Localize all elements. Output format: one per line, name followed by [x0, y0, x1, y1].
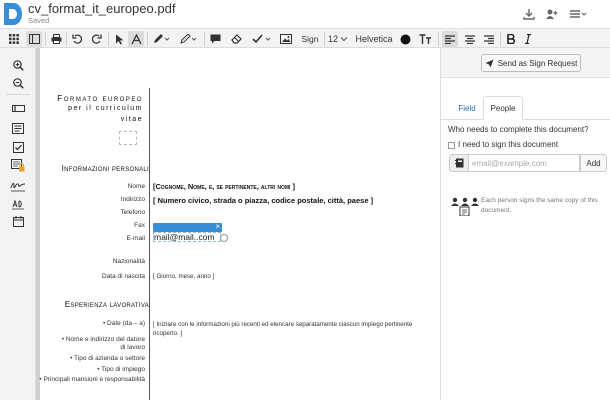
zoom-out-icon[interactable]	[9, 75, 27, 91]
toolbar-separator	[147, 32, 148, 46]
header: cv_format_it_europeo.pdf Saved	[0, 0, 610, 28]
locked-field-icon[interactable]	[9, 157, 27, 173]
font-family-select[interactable]: Helvetica	[356, 31, 393, 47]
align-center-icon[interactable]	[462, 31, 478, 47]
textarea-icon[interactable]	[9, 120, 27, 136]
label-date: • Date (da – a)	[102, 320, 145, 327]
initials-icon[interactable]	[9, 196, 27, 212]
label-telefono: Telefono	[120, 209, 145, 216]
people-group-icon	[451, 197, 479, 216]
toolbar-separator	[204, 32, 205, 46]
people-note: Each person signs the same copy of this …	[481, 197, 598, 214]
self-sign-label: I need to sign this document	[458, 140, 559, 149]
app-logo	[4, 3, 22, 25]
tool-rail	[0, 48, 36, 400]
label-datore: • Nome e indirizzo del datore di lavoro	[61, 336, 145, 351]
text-icon[interactable]	[128, 31, 144, 47]
bold-icon[interactable]	[504, 31, 518, 47]
align-left-icon[interactable]	[442, 31, 458, 47]
value-esperienza: [ Iniziare con le informazioni più recen…	[153, 321, 413, 337]
label-nome: Nome	[127, 183, 145, 190]
italic-icon[interactable]	[521, 31, 535, 47]
text-size-icon[interactable]	[417, 31, 433, 47]
app-window: cv_format_it_europeo.pdf Saved Sign 12 H…	[0, 0, 610, 400]
add-user-icon[interactable]	[545, 8, 559, 20]
label-tipo-impiego: • Tipo di impiego	[97, 366, 145, 373]
cv-title-line-3: vitae	[120, 116, 143, 123]
send-icon	[485, 59, 494, 67]
rail-separator	[6, 94, 30, 95]
comment-icon[interactable]	[208, 31, 222, 47]
textfield-icon[interactable]	[9, 100, 27, 116]
toolbar: Sign 12 Helvetica	[0, 28, 610, 48]
panel-header: Send as Sign Request	[441, 48, 610, 78]
cv-title-line-2: per il curriculum	[68, 105, 143, 112]
label-tipo-azienda: • Tipo di azienda o settore	[70, 355, 145, 362]
font-size-select[interactable]: 12	[328, 31, 354, 47]
undo-icon[interactable]	[70, 31, 84, 47]
label-indirizzo: Indirizzo	[120, 196, 145, 203]
align-right-icon[interactable]	[481, 31, 497, 47]
close-icon[interactable]: ×	[215, 222, 220, 232]
signature-icon[interactable]	[9, 178, 27, 194]
toolbar-separator	[108, 32, 109, 46]
signer-email-input[interactable]	[469, 154, 580, 172]
download-icon[interactable]	[522, 8, 536, 20]
highlighter-icon[interactable]	[178, 31, 200, 47]
document-viewer[interactable]: Formato europeo per il curriculum vitae …	[36, 48, 438, 400]
sign-button[interactable]: Sign	[299, 31, 321, 47]
contact-book-icon[interactable]	[449, 154, 469, 172]
toolbar-separator	[438, 32, 439, 46]
checkmark-icon[interactable]	[250, 31, 274, 47]
menu-icon[interactable]	[569, 8, 587, 20]
label-data-nascita: Data di nascita	[102, 273, 145, 280]
label-email: E-mail	[126, 235, 145, 242]
font-size-value: 12	[328, 34, 339, 44]
grid-icon[interactable]	[7, 31, 21, 47]
color-circle-icon[interactable]	[398, 31, 412, 47]
eraser-icon[interactable]	[229, 31, 243, 47]
redo-icon[interactable]	[90, 31, 104, 47]
value-data-nascita: [ Giorno, mese, anno ]	[153, 273, 215, 280]
email-field-toolbar[interactable]: ×	[153, 222, 222, 232]
pointer-icon[interactable]	[112, 31, 126, 47]
value-nome: [Cognome, Nome, e, se pertinente, altri …	[153, 182, 295, 191]
send-button-label: Send as Sign Request	[497, 58, 578, 68]
panel-tabs: Field People	[441, 96, 610, 120]
tab-people[interactable]: People	[483, 96, 523, 120]
label-nazionalita: Nazionalità	[112, 258, 145, 265]
section-experience: Esperienza lavorativa	[64, 300, 149, 309]
email-field-value[interactable]: mail@mail..com	[154, 232, 215, 242]
toolbar-separator	[66, 32, 67, 46]
cv-column-divider	[149, 88, 150, 400]
pdf-page[interactable]: Formato europeo per il curriculum vitae …	[39, 48, 438, 400]
print-icon[interactable]	[49, 31, 63, 47]
add-signer-button[interactable]: Add	[580, 154, 607, 172]
value-indirizzo: [ Numero civico, strada o piazza, codice…	[153, 196, 374, 205]
self-sign-checkbox[interactable]	[448, 142, 455, 149]
photo-placeholder	[119, 131, 137, 145]
cv-title-line-1: Formato europeo	[57, 93, 143, 103]
sign-panel: Send as Sign Request Field People Who ne…	[440, 48, 610, 400]
signers-question: Who needs to complete this document?	[448, 125, 589, 134]
document-filename: cv_format_it_europeo.pdf	[28, 1, 176, 16]
label-mansioni: • Principali mansioni e responsabilità	[39, 376, 145, 383]
sidebar-icon[interactable]	[26, 31, 42, 47]
checkbox-icon[interactable]	[9, 139, 27, 155]
pen-icon[interactable]	[151, 31, 173, 47]
date-icon[interactable]	[9, 213, 27, 229]
save-status: Saved	[28, 16, 50, 25]
image-icon[interactable]	[278, 31, 294, 47]
section-personal-info: Informazioni personali	[61, 164, 149, 173]
send-sign-request-button[interactable]: Send as Sign Request	[481, 54, 581, 72]
toolbar-separator	[500, 32, 501, 46]
zoom-in-icon[interactable]	[9, 57, 27, 73]
tab-field[interactable]: Field	[453, 96, 481, 120]
toolbar-separator	[45, 32, 46, 46]
resize-handle-icon[interactable]	[220, 234, 228, 242]
toolbar-separator	[324, 32, 325, 46]
label-fax: Fax	[134, 222, 145, 229]
